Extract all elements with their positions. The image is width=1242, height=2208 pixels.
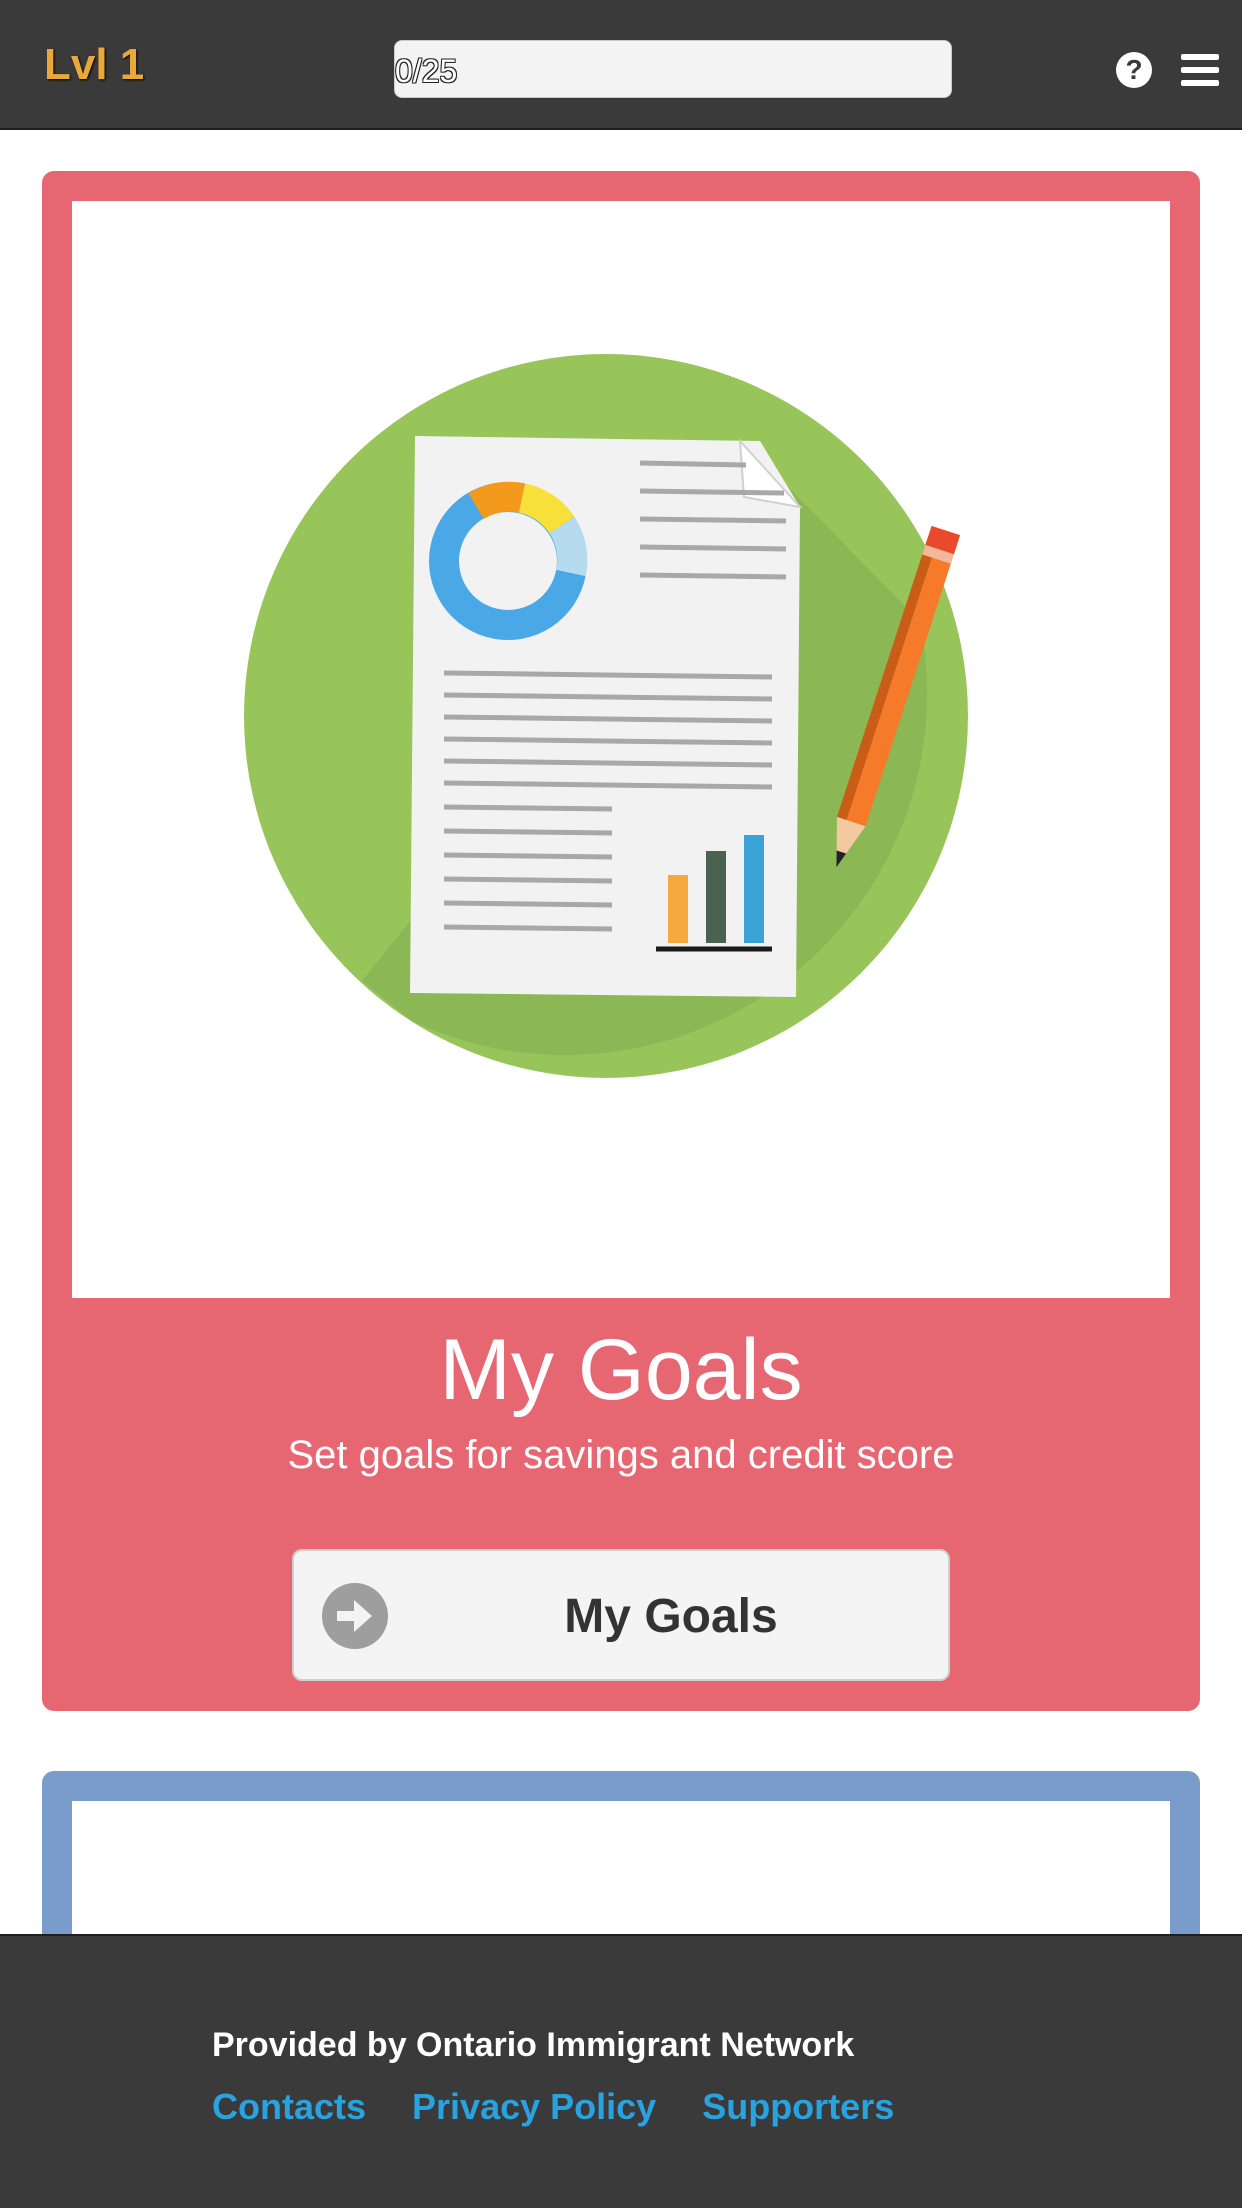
privacy-policy-link[interactable]: Privacy Policy	[412, 2086, 656, 2127]
arrow-right-circle-icon	[322, 1583, 388, 1649]
my-goals-button[interactable]: My Goals	[292, 1549, 950, 1681]
footer: Provided by Ontario Immigrant Network Co…	[0, 1934, 1242, 2208]
supporters-link[interactable]: Supporters	[702, 2086, 894, 2127]
level-label: Lvl 1	[44, 40, 145, 89]
footer-links: Contacts Privacy Policy Supporters	[212, 2086, 940, 2128]
contacts-link[interactable]: Contacts	[212, 2086, 366, 2127]
my-goals-button-label: My Goals	[564, 1590, 778, 1643]
top-bar: Lvl 1 0/25 ?	[0, 0, 1242, 130]
document-report-illustration	[244, 354, 968, 1078]
progress-bar: 0/25	[394, 40, 952, 98]
hamburger-menu-icon[interactable]	[1181, 54, 1219, 86]
card-subtitle: Set goals for savings and credit score	[287, 1433, 955, 1477]
help-icon[interactable]: ?	[1116, 52, 1152, 88]
my-goals-card: My Goals Set goals for savings and credi…	[42, 171, 1200, 1711]
provided-by-text: Provided by Ontario Immigrant Network	[212, 2026, 855, 2064]
card-title: My Goals	[439, 1322, 803, 1418]
card-image-area	[72, 201, 1170, 1298]
progress-text: 0/25	[395, 53, 458, 89]
